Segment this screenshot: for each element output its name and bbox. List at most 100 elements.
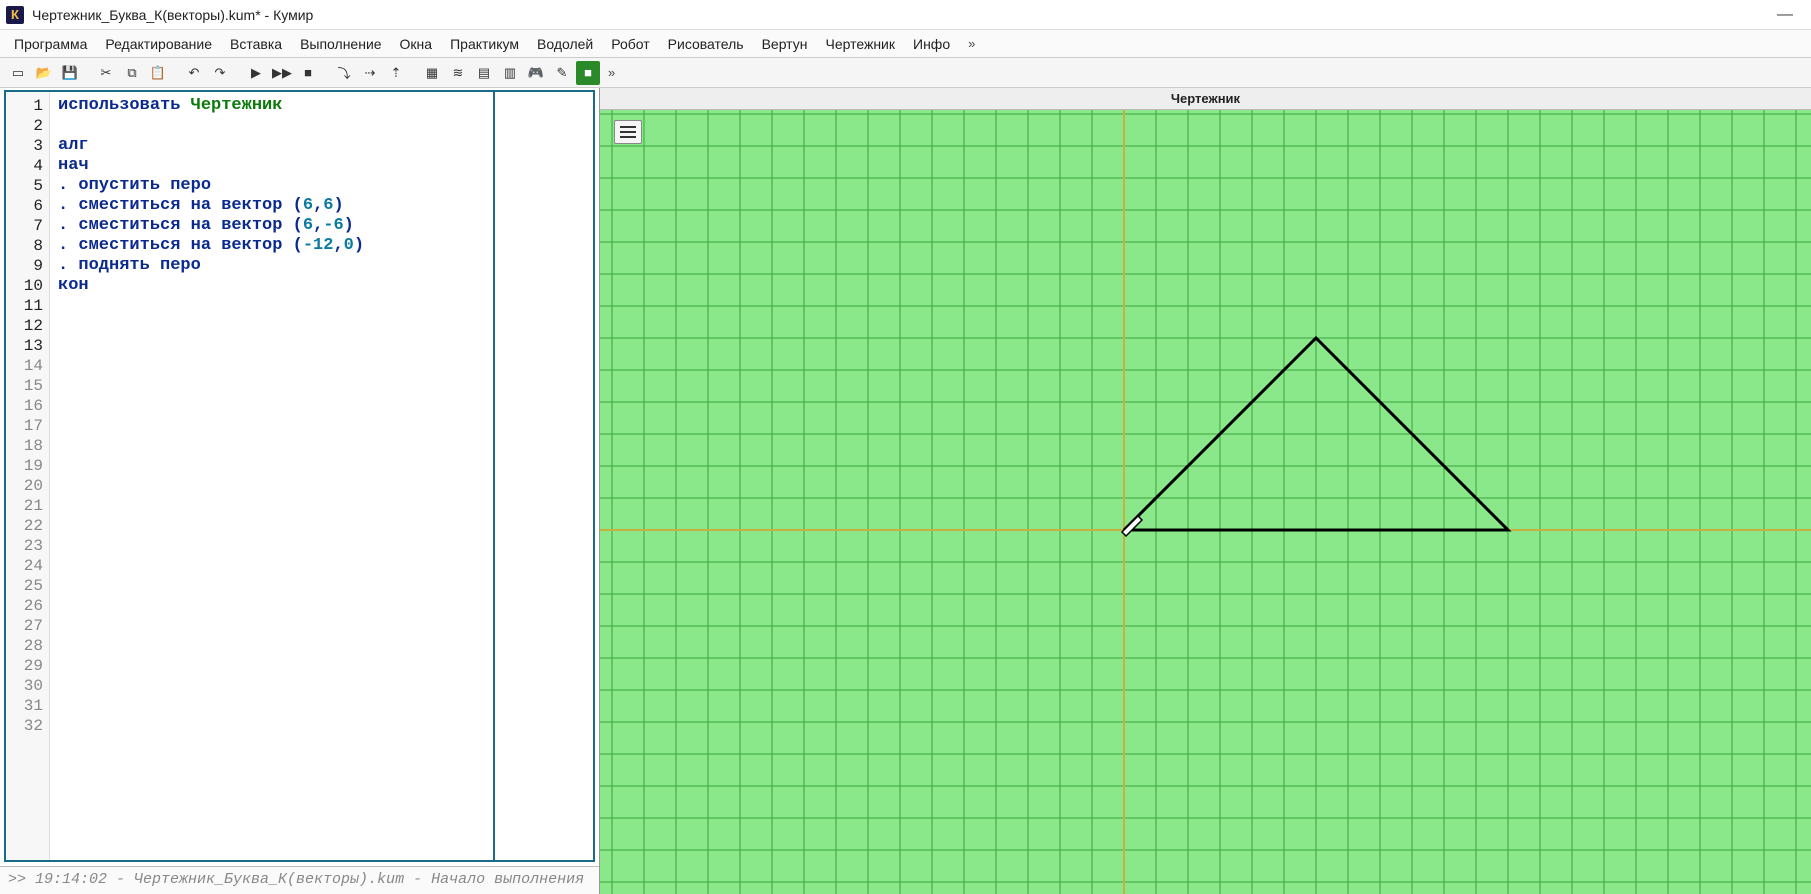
line-number: 31 — [6, 696, 43, 716]
code-line[interactable] — [58, 476, 485, 496]
line-number: 1 — [6, 96, 43, 116]
run-icon[interactable]: ▶ — [244, 61, 268, 85]
actor7-icon[interactable]: ■ — [576, 61, 600, 85]
line-number: 2 — [6, 116, 43, 136]
code-line[interactable] — [58, 376, 485, 396]
code-line[interactable] — [58, 716, 485, 736]
actor4-icon[interactable]: ▥ — [498, 61, 522, 85]
menu-водолей[interactable]: Водолей — [529, 32, 601, 56]
code-line[interactable] — [58, 416, 485, 436]
line-number: 16 — [6, 396, 43, 416]
step-out-icon[interactable]: ⇡ — [384, 61, 408, 85]
code-line[interactable]: . опустить перо — [58, 176, 485, 196]
menu-инфо[interactable]: Инфо — [905, 32, 958, 56]
menu-робот[interactable]: Робот — [603, 32, 657, 56]
line-number: 26 — [6, 596, 43, 616]
open-icon[interactable]: 📂 — [32, 61, 56, 85]
code-line[interactable] — [58, 676, 485, 696]
redo-icon[interactable]: ↷ — [208, 61, 232, 85]
line-number: 4 — [6, 156, 43, 176]
step-icon[interactable]: ⤵ — [332, 61, 356, 85]
copy-icon[interactable]: ⧉ — [120, 61, 144, 85]
code-line[interactable] — [58, 516, 485, 536]
new-file-icon[interactable]: ▭ — [6, 61, 30, 85]
undo-icon[interactable]: ↶ — [182, 61, 206, 85]
code-line[interactable] — [58, 536, 485, 556]
main-area: 1234567891011121314151617181920212223242… — [0, 88, 1811, 894]
actor2-icon[interactable]: ≋ — [446, 61, 470, 85]
code-line[interactable]: . сместиться на вектор (6,-6) — [58, 216, 485, 236]
code-line[interactable] — [58, 596, 485, 616]
minimize-button[interactable]: — — [1765, 6, 1805, 24]
line-number: 30 — [6, 676, 43, 696]
canvas-pane: Чертежник — [600, 88, 1811, 894]
code-line[interactable] — [58, 556, 485, 576]
actor5-icon[interactable]: 🎮 — [524, 61, 548, 85]
menu-вставка[interactable]: Вставка — [222, 32, 290, 56]
actor6-icon[interactable]: ✎ — [550, 61, 574, 85]
code-line[interactable] — [58, 616, 485, 636]
menu-чертежник[interactable]: Чертежник — [817, 32, 903, 56]
line-number: 19 — [6, 456, 43, 476]
code-line[interactable] — [58, 696, 485, 716]
line-number: 8 — [6, 236, 43, 256]
actor3-icon[interactable]: ▤ — [472, 61, 496, 85]
menu-overflow[interactable]: » — [960, 32, 983, 55]
code-line[interactable] — [58, 396, 485, 416]
toolbar-overflow[interactable]: » — [602, 65, 621, 80]
console-output: >> 19:14:02 - Чертежник_Буква_К(векторы)… — [0, 866, 599, 894]
canvas-title: Чертежник — [600, 88, 1811, 110]
code-line[interactable] — [58, 296, 485, 316]
canvas-svg — [600, 110, 1811, 894]
line-number: 25 — [6, 576, 43, 596]
code-line[interactable] — [58, 576, 485, 596]
stop-icon[interactable]: ■ — [296, 61, 320, 85]
title-bar: К Чертежник_Буква_К(векторы).kum* - Куми… — [0, 0, 1811, 30]
code-line[interactable]: использовать Чертежник — [58, 96, 485, 116]
code-editor[interactable]: 1234567891011121314151617181920212223242… — [4, 90, 595, 862]
line-number: 18 — [6, 436, 43, 456]
code-line[interactable]: алг — [58, 136, 485, 156]
code-area[interactable]: использовать Чертежник алгнач. опустить п… — [50, 92, 493, 860]
drawing-canvas[interactable] — [600, 110, 1811, 894]
menu-окна[interactable]: Окна — [392, 32, 441, 56]
menu-практикум[interactable]: Практикум — [442, 32, 527, 56]
line-number: 6 — [6, 196, 43, 216]
canvas-menu-button[interactable] — [614, 120, 642, 144]
menu-программа[interactable]: Программа — [6, 32, 95, 56]
code-line[interactable]: . поднять перо — [58, 256, 485, 276]
code-line[interactable] — [58, 636, 485, 656]
editor-margin — [493, 92, 593, 860]
menu-выполнение[interactable]: Выполнение — [292, 32, 389, 56]
step-over-icon[interactable]: ⇢ — [358, 61, 382, 85]
editor-pane: 1234567891011121314151617181920212223242… — [0, 88, 600, 894]
code-line[interactable]: нач — [58, 156, 485, 176]
line-gutter: 1234567891011121314151617181920212223242… — [6, 92, 50, 860]
run-fast-icon[interactable]: ▶▶ — [270, 61, 294, 85]
save-icon[interactable]: 💾 — [58, 61, 82, 85]
code-line[interactable] — [58, 316, 485, 336]
code-line[interactable]: . сместиться на вектор (-12,0) — [58, 236, 485, 256]
line-number: 14 — [6, 356, 43, 376]
code-line[interactable]: кон — [58, 276, 485, 296]
code-line[interactable]: . сместиться на вектор (6,6) — [58, 196, 485, 216]
line-number: 27 — [6, 616, 43, 636]
actor1-icon[interactable]: ▦ — [420, 61, 444, 85]
line-number: 5 — [6, 176, 43, 196]
line-number: 9 — [6, 256, 43, 276]
menu-bar: ПрограммаРедактированиеВставкаВыполнение… — [0, 30, 1811, 58]
paste-icon[interactable]: 📋 — [146, 61, 170, 85]
code-line[interactable] — [58, 116, 485, 136]
code-line[interactable] — [58, 496, 485, 516]
code-line[interactable] — [58, 656, 485, 676]
menu-редактирование[interactable]: Редактирование — [97, 32, 220, 56]
code-line[interactable] — [58, 356, 485, 376]
menu-рисователь[interactable]: Рисователь — [660, 32, 752, 56]
code-line[interactable] — [58, 436, 485, 456]
menu-вертун[interactable]: Вертун — [754, 32, 816, 56]
code-line[interactable] — [58, 456, 485, 476]
code-line[interactable] — [58, 336, 485, 356]
cut-icon[interactable]: ✂ — [94, 61, 118, 85]
line-number: 23 — [6, 536, 43, 556]
toolbar: ▭📂💾✂⧉📋↶↷▶▶▶■⤵⇢⇡▦≋▤▥🎮✎■» — [0, 58, 1811, 88]
